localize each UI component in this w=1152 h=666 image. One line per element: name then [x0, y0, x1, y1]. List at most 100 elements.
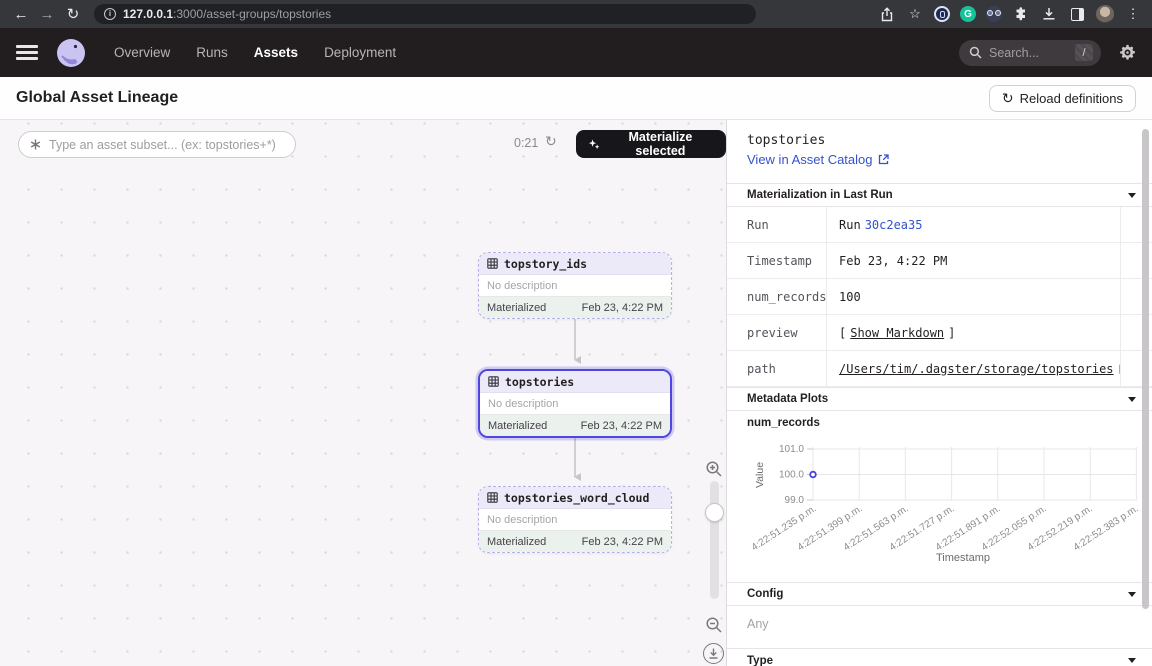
app-navbar: Overview Runs Assets Deployment Search..… [0, 28, 1152, 77]
materialization-metadata-table: Run Run 30c2ea35 Timestamp Feb 23, 4:22 … [727, 207, 1152, 387]
table-row-path: path /Users/tim/.dagster/storage/topstor… [727, 351, 1152, 387]
panel-scrollbar[interactable] [1142, 120, 1150, 666]
global-search-input[interactable]: Search... / [959, 40, 1101, 66]
browser-menu-icon[interactable]: ⋮ [1124, 5, 1142, 23]
site-info-icon[interactable]: i [104, 8, 116, 20]
asset-status: Materialized [487, 536, 546, 548]
asset-node-topstory-ids[interactable]: topstory_ids No description Materialized… [478, 252, 672, 319]
y-tick: 101.0 [779, 444, 804, 455]
y-axis-label: Value [754, 462, 766, 488]
zoom-in-icon[interactable] [705, 460, 723, 478]
search-shortcut-badge: / [1075, 44, 1093, 61]
asset-description: No description [480, 393, 670, 414]
browser-forward-icon[interactable]: → [36, 3, 58, 25]
asset-filter-input[interactable] [49, 138, 285, 152]
num-records-chart: 101.0 100.0 99.0 Value 4:22:51.235 p.m. … [727, 434, 1143, 581]
search-placeholder: Search... [989, 46, 1068, 60]
asset-status-row: Materialized Feb 23, 4:22 PM [479, 296, 671, 318]
caret-down-icon [1128, 658, 1136, 663]
panel-asset-title: topstories [747, 133, 825, 148]
asset-status: Materialized [488, 420, 547, 432]
path-link[interactable]: /Users/tim/.dagster/storage/topstories [839, 362, 1114, 376]
nav-item-deployment[interactable]: Deployment [324, 45, 396, 60]
page-header: Global Asset Lineage ↻ Reload definition… [0, 77, 1152, 120]
table-row-num-records: num_records 100 [727, 279, 1152, 315]
asset-node-topstories-word-cloud[interactable]: topstories_word_cloud No description Mat… [478, 486, 672, 553]
grammarly-extension-icon[interactable]: G [960, 6, 976, 22]
zoom-slider-handle[interactable] [705, 503, 724, 522]
fit-view-button[interactable] [703, 643, 724, 664]
asset-status-row: Materialized Feb 23, 4:22 PM [480, 414, 670, 436]
table-row-preview: preview [Show Markdown] [727, 315, 1152, 351]
zoom-slider-track[interactable] [710, 481, 719, 599]
page-title: Global Asset Lineage [16, 89, 178, 107]
materialize-sparkle-icon [588, 138, 600, 151]
asset-selector-icon [29, 138, 42, 151]
plot-metric-label: num_records [747, 417, 820, 429]
reload-icon: ↻ [1002, 90, 1014, 107]
reading-list-icon[interactable] [1068, 5, 1086, 23]
browser-back-icon[interactable]: ← [10, 3, 32, 25]
nav-item-assets[interactable]: Assets [254, 45, 298, 60]
refresh-timer: 0:21 [514, 136, 538, 150]
goggles-extension-icon[interactable] [986, 6, 1002, 22]
asset-timestamp: Feb 23, 4:22 PM [582, 536, 663, 548]
asset-status: Materialized [487, 302, 546, 314]
hamburger-menu-icon[interactable] [16, 43, 38, 62]
section-materialization-last-run[interactable]: Materialization in Last Run [727, 183, 1152, 207]
primary-nav: Overview Runs Assets Deployment [114, 45, 396, 60]
y-tick: 99.0 [785, 495, 805, 506]
caret-down-icon [1128, 592, 1136, 597]
settings-gear-icon[interactable] [1119, 44, 1136, 61]
section-type[interactable]: Type [727, 648, 1152, 666]
asset-name: topstory_ids [504, 257, 587, 271]
extensions-puzzle-icon[interactable] [1012, 5, 1030, 23]
reload-definitions-button[interactable]: ↻ Reload definitions [989, 85, 1136, 112]
data-point[interactable] [810, 472, 816, 478]
asset-name: topstories_word_cloud [504, 491, 649, 505]
asset-status-row: Materialized Feb 23, 4:22 PM [479, 530, 671, 552]
asset-graph-canvas[interactable]: 0:21 ↻ Materialize selected topstory_ids… [0, 120, 726, 666]
asset-timestamp: Feb 23, 4:22 PM [581, 420, 662, 432]
table-icon [487, 258, 498, 269]
browser-reload-icon[interactable]: ↻ [62, 3, 84, 25]
show-markdown-link[interactable]: Show Markdown [850, 326, 944, 340]
nav-item-runs[interactable]: Runs [196, 45, 228, 60]
asset-name: topstories [505, 375, 574, 389]
external-link-icon [878, 154, 889, 165]
downloads-icon[interactable] [1040, 5, 1058, 23]
caret-down-icon [1128, 193, 1136, 198]
y-tick: 100.0 [779, 470, 804, 481]
table-icon [488, 376, 499, 387]
view-in-asset-catalog-link[interactable]: View in Asset Catalog [747, 152, 889, 167]
materialize-selected-button[interactable]: Materialize selected [576, 130, 726, 158]
asset-timestamp: Feb 23, 4:22 PM [582, 302, 663, 314]
asset-description: No description [479, 509, 671, 530]
caret-down-icon [1128, 397, 1136, 402]
asset-description: No description [479, 275, 671, 296]
graph-refresh-icon[interactable]: ↻ [545, 133, 557, 150]
x-axis-label: Timestamp [936, 552, 990, 564]
search-icon [969, 46, 982, 59]
browser-profile-avatar[interactable] [1096, 5, 1114, 23]
table-row-timestamp: Timestamp Feb 23, 4:22 PM [727, 243, 1152, 279]
bookmark-star-icon[interactable]: ☆ [906, 5, 924, 23]
zoom-out-icon[interactable] [705, 616, 723, 634]
asset-node-topstories[interactable]: topstories No description Materialized F… [478, 369, 672, 438]
table-icon [487, 492, 498, 503]
asset-filter-input-wrap [18, 131, 296, 158]
panel-scrollbar-thumb[interactable] [1142, 129, 1149, 609]
dagster-logo[interactable] [56, 38, 86, 68]
url-text: 127.0.0.1:3000/asset-groups/topstories [123, 7, 331, 21]
nav-item-overview[interactable]: Overview [114, 45, 170, 60]
password-extension-icon[interactable] [934, 6, 950, 22]
table-row-run: Run Run 30c2ea35 [727, 207, 1152, 243]
share-icon[interactable] [878, 5, 896, 23]
config-value: Any [747, 617, 769, 631]
section-config[interactable]: Config [727, 582, 1152, 606]
address-bar[interactable]: i 127.0.0.1:3000/asset-groups/topstories [94, 4, 756, 24]
section-metadata-plots[interactable]: Metadata Plots [727, 387, 1152, 411]
browser-toolbar: ← → ↻ i 127.0.0.1:3000/asset-groups/tops… [0, 0, 1152, 28]
asset-detail-panel: topstories View in Asset Catalog Materia… [726, 120, 1152, 666]
run-id-link[interactable]: 30c2ea35 [865, 218, 923, 232]
